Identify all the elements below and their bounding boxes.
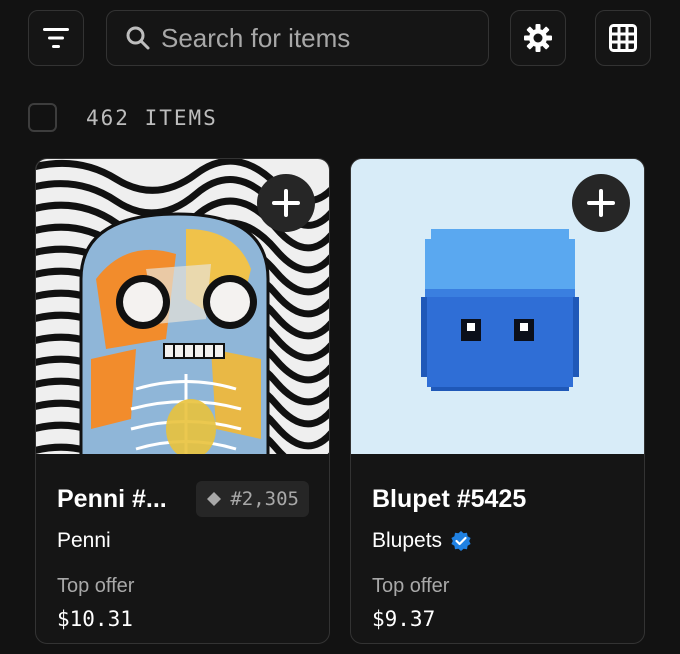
item-title[interactable]: Blupet #5425 [372, 485, 526, 514]
item-card-blupet[interactable]: Blupet #5425 Blupets Top offer $9.37 [350, 158, 645, 644]
item-title[interactable]: Penni #... [57, 485, 167, 514]
collection-name[interactable]: Blupets [372, 529, 472, 553]
search-icon [126, 26, 150, 50]
add-to-cart-button[interactable] [572, 174, 630, 232]
rarity-rank-badge: #2,305 [196, 481, 309, 517]
top-offer-price: $9.37 [372, 607, 436, 631]
plus-icon [587, 189, 615, 217]
top-offer-price: $10.31 [57, 607, 133, 631]
filter-button[interactable] [28, 10, 84, 66]
top-offer-label: Top offer [57, 575, 135, 597]
collection-name[interactable]: Penni [57, 529, 111, 553]
plus-icon [272, 189, 300, 217]
collection-label: Blupets [372, 529, 443, 552]
item-card-penni[interactable]: Penni #... #2,305 Penni Top offer $10.31 [35, 158, 330, 644]
rarity-rank: #2,305 [230, 488, 299, 510]
filter-lines-icon [43, 28, 69, 48]
top-offer-label: Top offer [372, 575, 450, 597]
diamond-icon [207, 492, 222, 506]
grid-view-button[interactable] [595, 10, 651, 66]
verified-badge-icon [451, 531, 471, 551]
grid-icon [609, 24, 637, 52]
search-bar[interactable] [106, 10, 489, 66]
collection-label: Penni [57, 529, 111, 552]
gear-icon [524, 24, 552, 52]
add-to-cart-button[interactable] [257, 174, 315, 232]
nft-image-blupet[interactable] [351, 159, 644, 454]
nft-image-penni[interactable] [36, 159, 329, 454]
search-input[interactable] [161, 22, 461, 54]
select-all-checkbox[interactable] [28, 103, 57, 132]
settings-button[interactable] [510, 10, 566, 66]
items-count: 462 ITEMS [86, 106, 218, 130]
